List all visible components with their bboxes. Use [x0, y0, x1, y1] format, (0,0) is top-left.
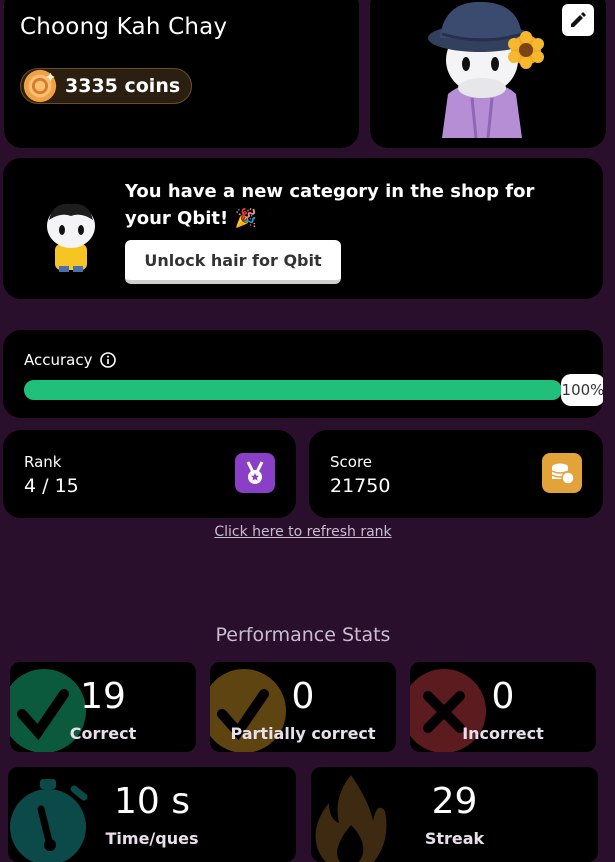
time-label: Time/ques [105, 829, 199, 848]
score-value: 21750 [330, 475, 391, 497]
time-per-question: 10 s [113, 781, 190, 822]
streak-label: Streak [424, 829, 485, 848]
performance-stats-title: Performance Stats [215, 624, 391, 646]
avatar-card [370, 0, 606, 148]
incorrect-stat-card: 0 Incorrect [410, 662, 596, 752]
incorrect-count: 0 [491, 676, 515, 717]
correct-label: Correct [69, 724, 137, 743]
profile-card: Choong Kah Chay 3335 coins [4, 0, 359, 148]
avatar [428, 1, 544, 138]
streak-count: 29 [431, 781, 478, 822]
unlock-hair-button[interactable]: Unlock hair for Qbit [125, 240, 341, 284]
score-card: Score 21750 [309, 430, 603, 518]
partial-label: Partially correct [230, 724, 376, 743]
qbit-character [47, 203, 95, 272]
accuracy-card: Accuracy 100% [3, 330, 603, 418]
accuracy-label-row: Accuracy [24, 351, 117, 369]
correct-stat-card: 19 Correct [10, 662, 196, 752]
edit-icon [571, 12, 586, 27]
rank-card: Rank 4 / 15 [3, 430, 296, 518]
coins-stack-icon [542, 453, 582, 493]
shop-message: You have a new category in the shop for … [125, 181, 535, 229]
correct-count: 19 [80, 676, 126, 717]
accuracy-value: 100% [561, 374, 603, 406]
partial-count: 0 [291, 676, 315, 717]
shop-banner: You have a new category in the shop for … [3, 158, 603, 299]
streak-stat-card: 29 Streak [311, 767, 598, 862]
info-icon[interactable] [100, 352, 117, 368]
medal-icon [235, 453, 275, 493]
rank-label: Rank [24, 453, 62, 471]
accuracy-label: Accuracy [24, 351, 93, 369]
coin-balance: 3335 coins [20, 68, 192, 104]
profile-name: Choong Kah Chay [20, 14, 228, 40]
refresh-rank-link[interactable]: Click here to refresh rank [0, 524, 606, 540]
coin-count: 3335 coins [65, 75, 181, 97]
accuracy-bar-fill [24, 380, 562, 400]
partial-stat-card: 0 Partially correct [210, 662, 396, 752]
coin-icon [23, 69, 57, 103]
rank-value: 4 / 15 [24, 475, 79, 497]
accuracy-bar [24, 380, 562, 400]
score-label: Score [330, 453, 373, 471]
incorrect-label: Incorrect [462, 724, 544, 743]
time-stat-card: 10 s Time/ques [8, 767, 296, 862]
edit-avatar-button[interactable] [562, 4, 594, 36]
